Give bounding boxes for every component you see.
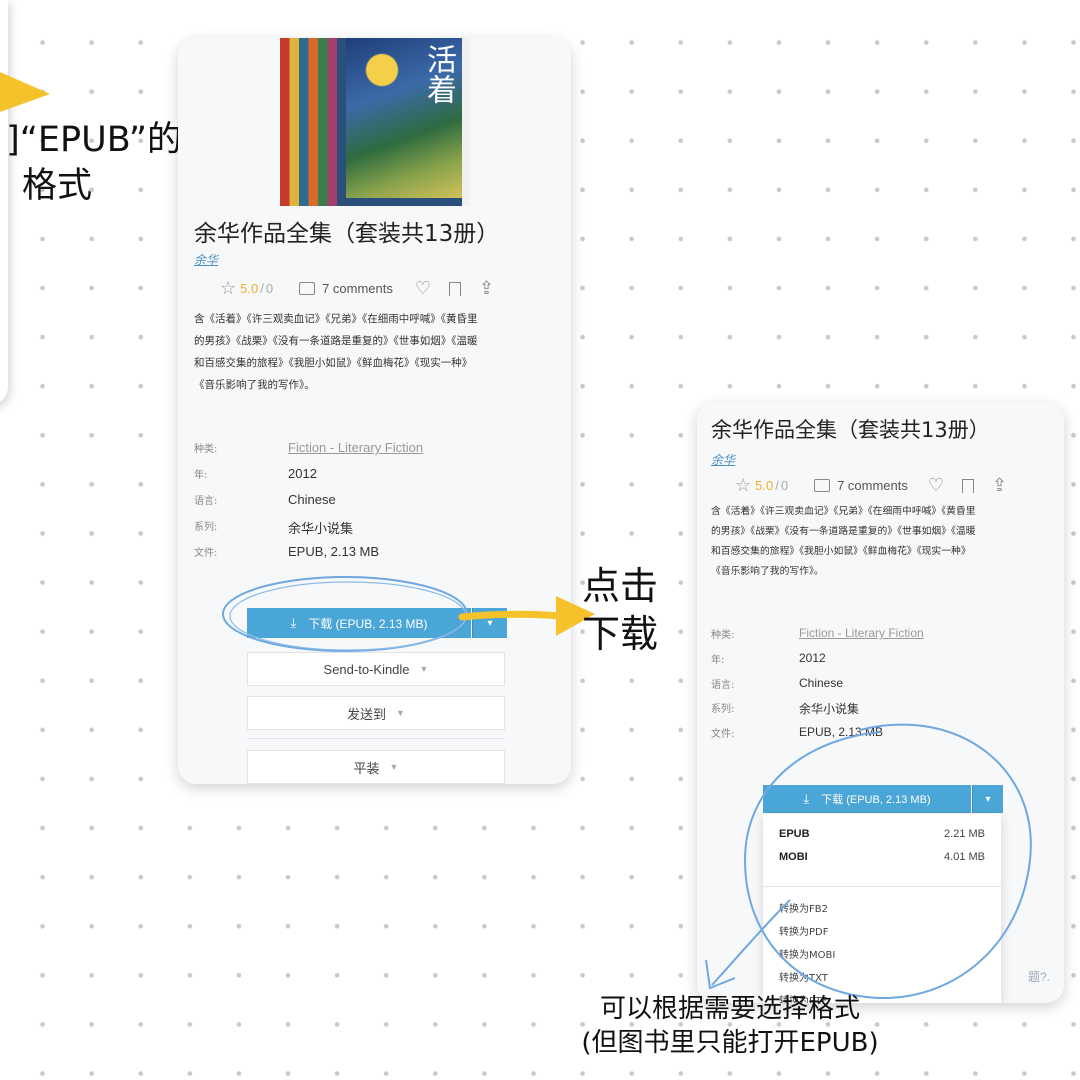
comment-icon[interactable] xyxy=(299,282,316,295)
cover-title: 活着 xyxy=(421,44,456,104)
meta-row: ☆ 5.0 / 0 7 comments ♡ ⇪ xyxy=(220,278,495,299)
format-choice-annotation: 可以根据需要选择格式 (但图书里只能打开EPUB) xyxy=(581,994,879,1058)
yellow-arrow-icon xyxy=(0,72,50,112)
footer-partial-link[interactable]: 题?. xyxy=(1028,968,1050,985)
left-partial-card xyxy=(0,0,8,405)
chevron-down-icon: ▼ xyxy=(389,762,399,772)
star-icon: ☆ xyxy=(220,278,237,298)
book-title: 余华作品全集（套装共13册） xyxy=(194,221,500,247)
share-icon[interactable]: ⇪ xyxy=(479,278,494,299)
book-description: 含《活着》《许三观卖血记》《兄弟》《在细雨中呼喊》《黄昏里 的男孩》《战栗》《没… xyxy=(711,506,976,577)
share-icon[interactable]: ⇪ xyxy=(992,475,1007,496)
convert-txt[interactable]: 转换为TXT xyxy=(779,969,828,984)
download-icon: ⤓ xyxy=(290,615,297,630)
download-label: 下载 (EPUB, 2.13 MB) xyxy=(821,794,931,806)
chevron-down-icon: ▾ xyxy=(487,617,493,629)
author-link[interactable]: 余华 xyxy=(711,451,735,468)
rating-count: 0 xyxy=(780,478,789,493)
bookmark-icon[interactable] xyxy=(962,478,975,493)
book-title: 余华作品全集（套装共13册） xyxy=(711,418,990,442)
download-button[interactable]: ⤓ 下载 (EPUB, 2.13 MB) xyxy=(247,608,471,638)
convert-mobi[interactable]: 转换为MOBI xyxy=(779,946,835,961)
send-to-kindle-button[interactable]: Send-to-Kindle ▼ xyxy=(247,652,505,686)
heart-icon[interactable]: ♡ xyxy=(415,278,431,299)
format-dropdown-menu: EPUB 2.21 MB MOBI 4.01 MB 转换为FB2 转换为PDF … xyxy=(763,814,1001,1003)
comment-icon[interactable] xyxy=(814,479,831,492)
chevron-down-icon: ▼ xyxy=(396,708,405,718)
left-annotation-line2: 格式 xyxy=(22,166,93,206)
chevron-down-icon: ▼ xyxy=(419,664,429,674)
format-option-epub[interactable]: EPUB 2.21 MB xyxy=(779,828,985,840)
left-annotation-line1: ]“EPUB”的 xyxy=(6,120,182,160)
book-description: 含《活着》《许三观卖血记》《兄弟》《在细雨中呼喊》《黄昏里 的男孩》《战栗》《没… xyxy=(194,313,478,391)
book-detail-card-expanded: 余华作品全集（套装共13册） 余华 ☆ 5.0 / 0 7 comments ♡… xyxy=(697,402,1064,1003)
rating-value: 5.0 xyxy=(755,478,774,493)
download-icon: ⤓ xyxy=(803,791,810,806)
meta-row: ☆ 5.0 / 0 7 comments ♡ ⇪ xyxy=(735,475,1008,496)
book-detail-card: 活着 余华作品全集（套装共13册） 余华 ☆ 5.0 / 0 7 comment… xyxy=(178,38,571,784)
download-format-dropdown[interactable]: ▾ xyxy=(472,608,507,638)
download-button[interactable]: ⤓ 下载 (EPUB, 2.13 MB) xyxy=(763,785,971,813)
click-download-annotation: 点击 下载 xyxy=(582,564,659,656)
download-label: 下载 (EPUB, 2.13 MB) xyxy=(308,616,428,631)
comments-link[interactable]: 7 comments xyxy=(837,478,908,493)
convert-pdf[interactable]: 转换为PDF xyxy=(779,923,828,938)
book-cover[interactable]: 活着 xyxy=(280,38,470,206)
rating-value: 5.0 xyxy=(240,281,259,296)
convert-fb2[interactable]: 转换为FB2 xyxy=(779,900,828,915)
rating-count: 0 xyxy=(265,281,274,296)
heart-icon[interactable]: ♡ xyxy=(928,475,944,496)
chevron-down-icon: ▾ xyxy=(985,793,991,805)
send-to-button[interactable]: 发送到 ▼ xyxy=(247,696,505,730)
bookmark-icon[interactable] xyxy=(449,281,462,296)
binding-button[interactable]: 平装 ▼ xyxy=(247,750,505,784)
download-format-dropdown[interactable]: ▾ xyxy=(972,785,1003,813)
format-option-mobi[interactable]: MOBI 4.01 MB xyxy=(779,851,985,863)
author-link[interactable]: 余华 xyxy=(194,251,218,268)
comments-link[interactable]: 7 comments xyxy=(322,281,393,296)
star-icon: ☆ xyxy=(735,475,752,495)
